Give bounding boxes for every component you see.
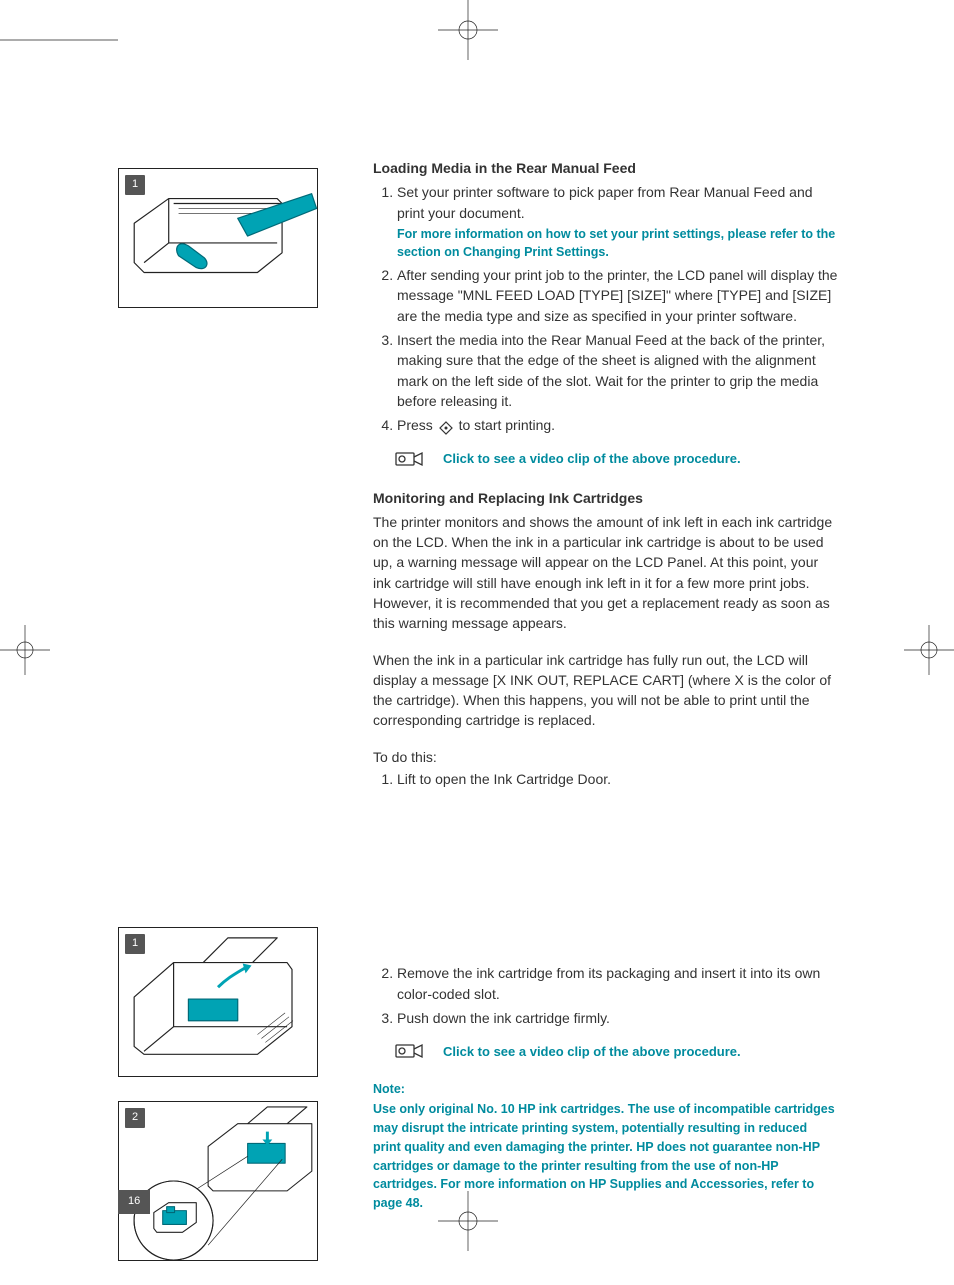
list-item: Lift to open the Ink Cartridge Door. xyxy=(397,769,838,789)
resume-button-icon xyxy=(439,420,453,434)
step-text: Set your printer software to pick paper … xyxy=(397,184,813,220)
step-text-pre: Press xyxy=(397,417,437,433)
page-content: 1 1 xyxy=(118,158,838,1285)
figure-tag: 1 xyxy=(125,175,145,195)
figure-tag: 1 xyxy=(125,934,145,954)
page-number: 16 xyxy=(118,1190,150,1214)
section-heading: Monitoring and Replacing Ink Cartridges xyxy=(373,488,838,508)
paragraph: When the ink in a particular ink cartrid… xyxy=(373,650,838,731)
list-item: Press to start printing. xyxy=(397,415,838,435)
printer-rear-feed-illustration xyxy=(119,169,317,307)
cropmark-top-left xyxy=(0,30,118,50)
cropmark-right-center xyxy=(904,625,954,675)
steps-list: Set your printer software to pick paper … xyxy=(373,182,838,435)
figure-lift-door: 1 xyxy=(118,927,318,1077)
list-item: Insert the media into the Rear Manual Fe… xyxy=(397,330,838,411)
note-heading: Note: xyxy=(373,1080,838,1098)
figure-column: 1 1 xyxy=(118,158,338,1285)
section-heading: Loading Media in the Rear Manual Feed xyxy=(373,158,838,178)
video-link-text: Click to see a video clip of the above p… xyxy=(443,1043,741,1062)
video-link-row[interactable]: Click to see a video clip of the above p… xyxy=(395,450,838,470)
list-item: After sending your print job to the prin… xyxy=(397,265,838,326)
steps-list: Remove the ink cartridge from its packag… xyxy=(373,963,838,1028)
list-item: Push down the ink cartridge firmly. xyxy=(397,1008,838,1028)
list-item: Set your printer software to pick paper … xyxy=(397,182,838,261)
video-link-text: Click to see a video clip of the above p… xyxy=(443,450,741,469)
list-item: Remove the ink cartridge from its packag… xyxy=(397,963,838,1004)
video-camera-icon xyxy=(395,450,425,470)
paragraph: The printer monitors and shows the amoun… xyxy=(373,512,838,634)
text-column: Loading Media in the Rear Manual Feed Se… xyxy=(373,158,838,1213)
step-text-post: to start printing. xyxy=(459,417,556,433)
video-camera-icon xyxy=(395,1042,425,1062)
steps-list: Lift to open the Ink Cartridge Door. xyxy=(373,769,838,789)
figure-rear-feed: 1 xyxy=(118,168,318,308)
printer-lift-door-illustration xyxy=(119,928,317,1076)
figure-insert-cartridge: 2 xyxy=(118,1101,318,1261)
note-body: Use only original No. 10 HP ink cartridg… xyxy=(373,1100,838,1213)
video-link-row[interactable]: Click to see a video clip of the above p… xyxy=(395,1042,838,1062)
cropmark-top-center xyxy=(438,0,498,60)
printer-insert-cartridge-illustration xyxy=(119,1102,317,1260)
cropmark-left-center xyxy=(0,625,50,675)
figure-tag: 2 xyxy=(125,1108,145,1128)
step-note: For more information on how to set your … xyxy=(397,225,838,261)
paragraph: To do this: xyxy=(373,747,838,767)
